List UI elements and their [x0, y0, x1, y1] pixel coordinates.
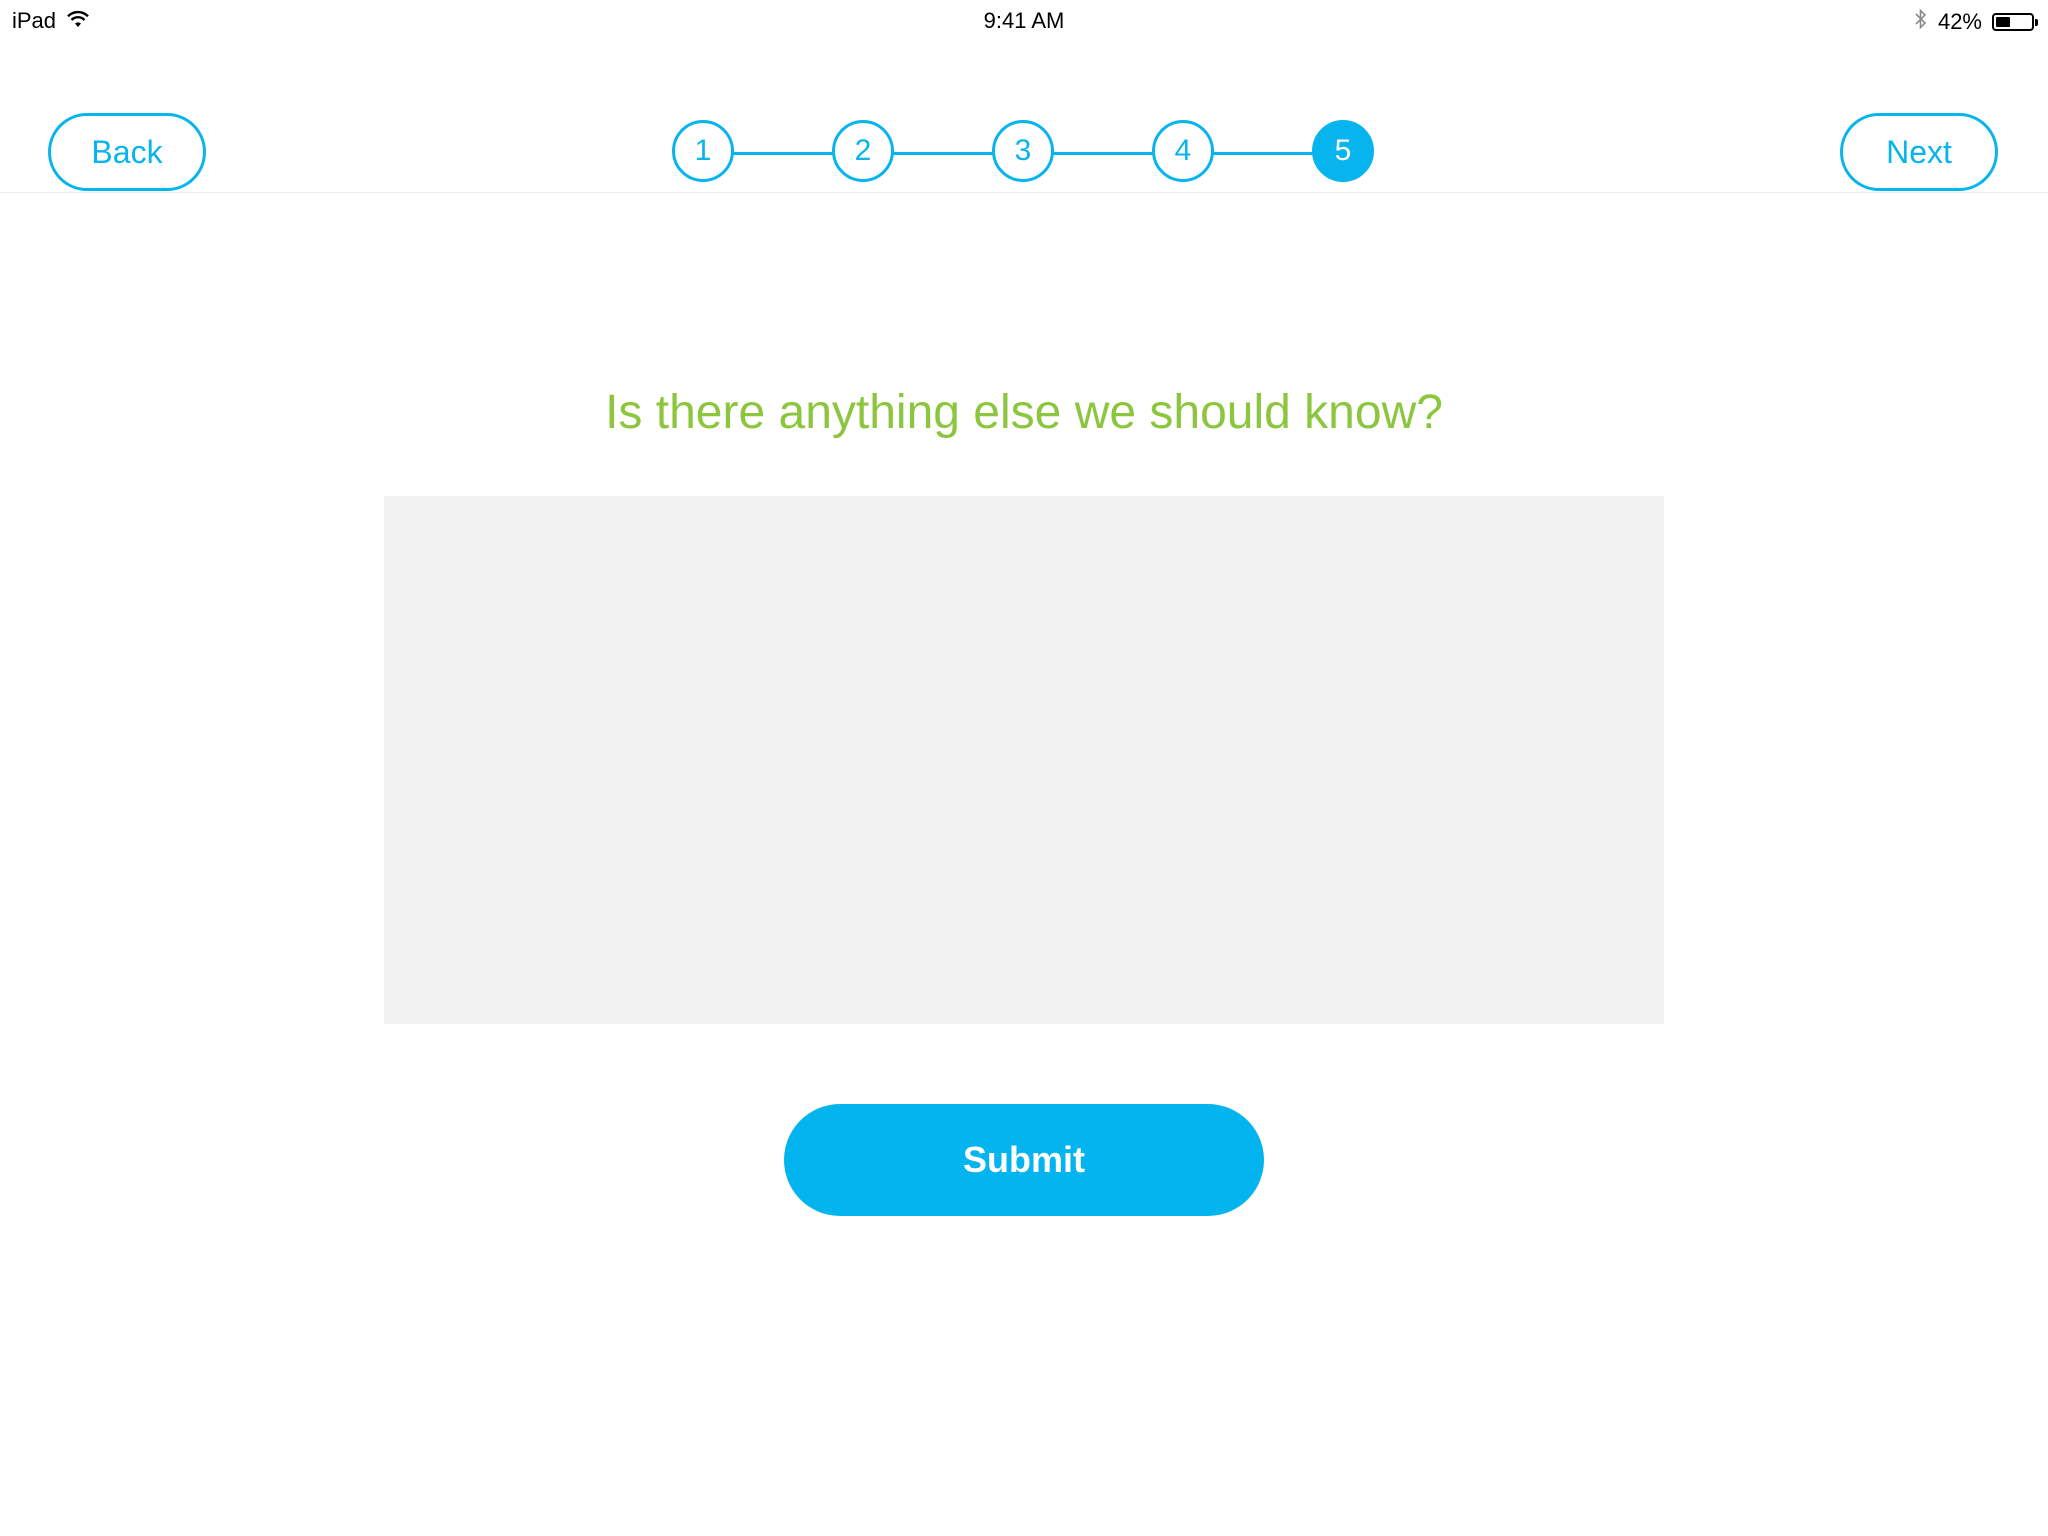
battery-nub [2035, 19, 2038, 26]
question-heading: Is there anything else we should know? [605, 386, 1443, 439]
status-time: 9:41 AM [983, 8, 1065, 33]
header-nav: Back 1 2 3 4 5 Next [0, 40, 2048, 193]
battery-percent: 42% [1937, 9, 1982, 34]
step-progress: 1 2 3 4 5 [672, 120, 1378, 186]
step-3[interactable]: 3 [992, 120, 1054, 182]
status-bar: iPad 9:41 AM 42% [0, 0, 2048, 40]
next-button[interactable]: Next [1840, 113, 1998, 191]
back-button[interactable]: Back [48, 113, 206, 191]
bluetooth-icon [1914, 8, 1928, 36]
screen: iPad 9:41 AM 42% Back 1 2 3 4 5 Next Is … [0, 0, 2048, 1536]
battery-level-fill [1996, 17, 2010, 27]
step-4[interactable]: 4 [1152, 120, 1214, 182]
step-1[interactable]: 1 [672, 120, 734, 182]
notes-textarea[interactable] [384, 496, 1664, 1024]
step-2[interactable]: 2 [832, 120, 894, 182]
battery-icon [1992, 13, 2038, 31]
status-right: 42% [1914, 8, 2038, 36]
step-5[interactable]: 5 [1312, 120, 1374, 182]
submit-button[interactable]: Submit [784, 1104, 1264, 1216]
